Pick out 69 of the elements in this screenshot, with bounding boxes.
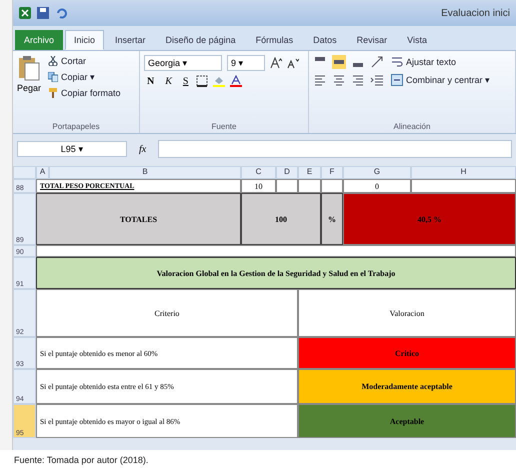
bold-button[interactable]: N	[144, 76, 158, 86]
table-cell: Critico	[298, 337, 516, 369]
file-tab[interactable]: Archivo	[15, 30, 64, 50]
font-color-icon[interactable]	[230, 75, 242, 87]
wrap-text-button[interactable]: Ajustar texto	[390, 55, 492, 69]
name-box[interactable]: L95 ▾	[17, 141, 127, 157]
ribbon-tab[interactable]: Vista	[398, 30, 436, 50]
font-name-field[interactable]: Georgia ▾	[144, 55, 222, 71]
merge-center-button[interactable]: Combinar y centrar ▾	[390, 73, 492, 87]
group-label: Fuente	[210, 121, 238, 133]
column-header[interactable]: B	[49, 166, 241, 179]
format-painter-button[interactable]: Copiar formato	[47, 87, 122, 99]
window-title: Evaluacion inici	[441, 8, 510, 18]
caption: Fuente: Tomada por autor (2018).	[14, 455, 148, 467]
font-size-field[interactable]: 9 ▾	[227, 55, 265, 71]
table-cell: 100	[241, 193, 321, 245]
column-header[interactable]: F	[321, 166, 343, 179]
ribbon-tab[interactable]: Diseño de página	[156, 30, 245, 50]
excel-logo-icon	[19, 7, 31, 19]
copy-icon	[48, 72, 58, 82]
ribbon-tab[interactable]: Inicio	[65, 30, 104, 50]
table-cell: %	[321, 193, 343, 245]
cut-button[interactable]: Cortar	[47, 55, 122, 67]
table-cell	[298, 179, 321, 193]
column-header[interactable]: A	[36, 166, 49, 179]
align-left-icon[interactable]	[313, 73, 327, 87]
column-header[interactable]: E	[298, 166, 321, 179]
column-header[interactable]: D	[276, 166, 298, 179]
table-cell: Valoracion Global en la Gestion de la Seguridad y Salud en el Trabajo	[36, 257, 516, 289]
table-cell: Valoracion	[298, 289, 516, 337]
grow-font-icon[interactable]	[270, 57, 282, 69]
table-cell: Moderadamente aceptable	[298, 369, 516, 404]
formula-field[interactable]	[158, 140, 512, 158]
merge-icon	[391, 74, 403, 86]
copy-button[interactable]: Copiar ▾	[47, 71, 122, 83]
align-right-icon[interactable]	[351, 73, 365, 87]
ribbon-tab[interactable]: Datos	[304, 30, 346, 50]
orientation-icon[interactable]	[370, 55, 384, 69]
underline-button[interactable]: S	[180, 76, 192, 86]
indent-icon[interactable]	[370, 73, 384, 87]
align-middle-icon[interactable]	[332, 55, 346, 69]
align-center-icon[interactable]	[332, 73, 346, 87]
scissors-icon	[48, 56, 58, 66]
table-cell: 10	[241, 179, 276, 193]
clipboard-icon	[18, 55, 40, 81]
table-cell	[276, 179, 298, 193]
column-header[interactable]: C	[241, 166, 276, 179]
italic-button[interactable]: K	[162, 76, 175, 86]
undo-icon[interactable]	[55, 7, 67, 19]
table-cell: TOTALES	[36, 193, 241, 245]
group-label: Portapapeles	[51, 121, 101, 133]
function-button[interactable]: fx	[131, 144, 154, 154]
fill-color-icon[interactable]	[213, 75, 226, 87]
ribbon-tab[interactable]: Revisar	[348, 30, 396, 50]
table-cell: Criterio	[36, 289, 298, 337]
column-header[interactable]: G	[343, 166, 411, 179]
table-cell: 40,5 %	[343, 193, 516, 245]
ribbon-tab[interactable]: Insertar	[106, 30, 155, 50]
save-icon[interactable]	[37, 7, 49, 19]
table-cell: 0	[343, 179, 411, 193]
wrap-icon	[391, 56, 403, 68]
borders-icon[interactable]	[196, 75, 208, 87]
paste-button[interactable]: Pegar	[17, 55, 42, 120]
table-cell	[321, 179, 343, 193]
ribbon-tab[interactable]: Fórmulas	[246, 30, 302, 50]
shrink-font-icon[interactable]	[287, 57, 299, 69]
group-label: Alineación	[392, 121, 432, 133]
column-header[interactable]: H	[411, 166, 516, 179]
table-cell: Aceptable	[298, 404, 516, 438]
